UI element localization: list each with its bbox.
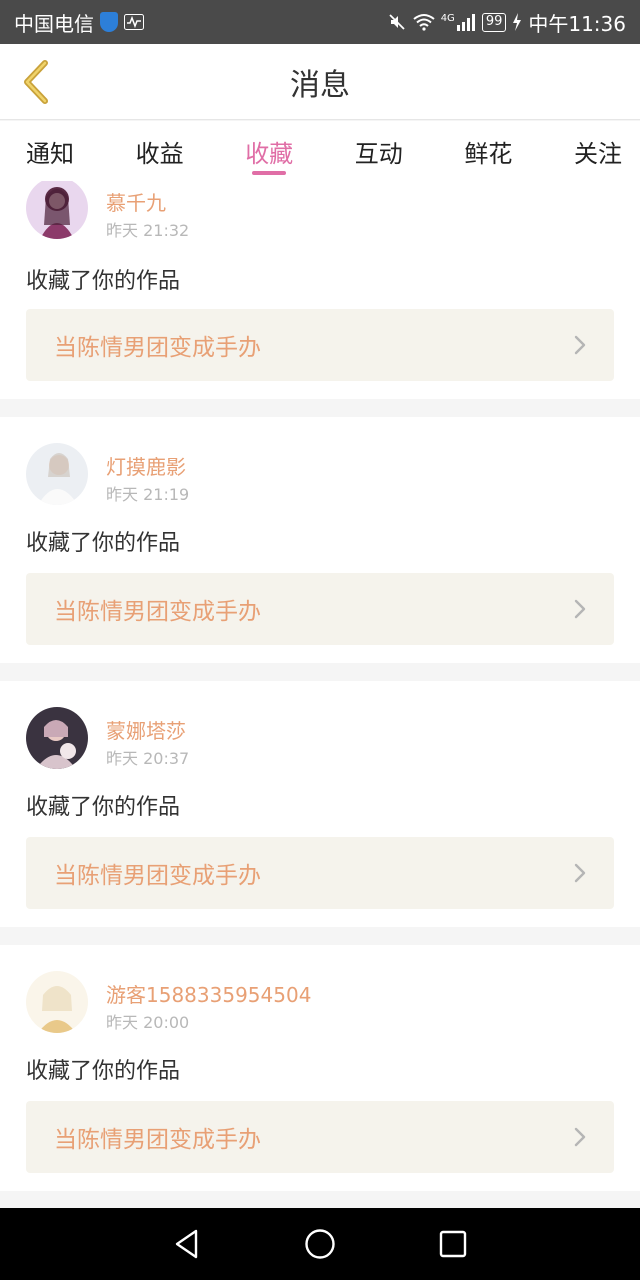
action-text: 收藏了你的作品	[26, 1059, 181, 1084]
shield-icon	[100, 12, 118, 32]
list-item: 慕千九 昨天 21:32 收藏了你的作品 当陈情男团变成手办	[0, 181, 640, 399]
clock-text: 中午11:36	[528, 11, 626, 36]
nav-back-button[interactable]	[167, 1224, 207, 1264]
favorites-list: 慕千九 昨天 21:32 收藏了你的作品 当陈情男团变成手办 灯摸鹿影 昨天 2…	[0, 181, 640, 1208]
timestamp: 昨天 21:32	[106, 221, 190, 240]
chevron-right-icon	[572, 597, 588, 621]
tab-bar: 通知 收益 收藏 互动 鲜花 关注	[0, 121, 640, 181]
work-link[interactable]: 当陈情男团变成手办	[26, 573, 614, 645]
user-name[interactable]: 蒙娜塔莎	[106, 715, 186, 744]
chevron-right-icon	[572, 1125, 588, 1149]
chevron-right-icon	[572, 861, 588, 885]
action-text: 收藏了你的作品	[26, 269, 181, 294]
nav-recents-button[interactable]	[433, 1224, 473, 1264]
tab-follow[interactable]: 关注	[574, 121, 622, 181]
system-nav-bar	[0, 1208, 640, 1280]
back-button[interactable]	[14, 56, 58, 108]
tab-earnings[interactable]: 收益	[136, 121, 184, 181]
list-item: 灯摸鹿影 昨天 21:19 收藏了你的作品 当陈情男团变成手办	[0, 417, 640, 663]
user-name[interactable]: 慕千九	[106, 187, 166, 216]
mute-icon	[387, 12, 407, 32]
avatar[interactable]	[26, 971, 88, 1033]
avatar[interactable]	[26, 443, 88, 505]
action-text: 收藏了你的作品	[26, 531, 181, 556]
tab-flowers[interactable]: 鲜花	[464, 121, 512, 181]
work-link[interactable]: 当陈情男团变成手办	[26, 1101, 614, 1173]
recents-square-icon	[440, 1230, 467, 1258]
home-circle-icon	[305, 1229, 335, 1259]
work-title: 当陈情男团变成手办	[54, 863, 261, 889]
signal-icon: 4G	[441, 13, 476, 31]
chevron-left-icon	[24, 60, 48, 104]
list-item: 蒙娜塔莎 昨天 20:37 收藏了你的作品 当陈情男团变成手办	[0, 681, 640, 927]
work-link[interactable]: 当陈情男团变成手办	[26, 309, 614, 381]
nav-home-button[interactable]	[300, 1224, 340, 1264]
user-name[interactable]: 游客1588335954504	[106, 979, 311, 1008]
wifi-icon	[413, 13, 435, 31]
activity-icon	[124, 14, 144, 30]
back-triangle-icon	[175, 1229, 197, 1259]
timestamp: 昨天 20:37	[106, 749, 190, 768]
list-item: 游客1588335954504 昨天 20:00 收藏了你的作品 当陈情男团变成…	[0, 945, 640, 1191]
tab-notice[interactable]: 通知	[26, 121, 74, 181]
work-title: 当陈情男团变成手办	[54, 335, 261, 361]
work-title: 当陈情男团变成手办	[54, 1127, 261, 1153]
action-text: 收藏了你的作品	[26, 795, 181, 820]
charging-icon	[512, 13, 522, 31]
user-name[interactable]: 灯摸鹿影	[106, 451, 186, 480]
avatar[interactable]	[26, 707, 88, 769]
chevron-right-icon	[572, 333, 588, 357]
battery-icon: 99	[481, 12, 507, 32]
timestamp: 昨天 21:19	[106, 485, 190, 504]
status-left: 中国电信	[14, 8, 144, 37]
header: 消息	[0, 44, 640, 120]
status-bar: 中国电信 4G 99 中午11:36	[0, 0, 640, 44]
work-title: 当陈情男团变成手办	[54, 599, 261, 625]
carrier-text: 中国电信	[14, 11, 94, 36]
status-right: 4G 99 中午11:36	[387, 8, 626, 37]
tab-favorites[interactable]: 收藏	[245, 121, 293, 181]
tab-interaction[interactable]: 互动	[355, 121, 403, 181]
page-title: 消息	[290, 67, 350, 103]
timestamp: 昨天 20:00	[106, 1013, 190, 1032]
work-link[interactable]: 当陈情男团变成手办	[26, 837, 614, 909]
avatar[interactable]	[26, 181, 88, 239]
